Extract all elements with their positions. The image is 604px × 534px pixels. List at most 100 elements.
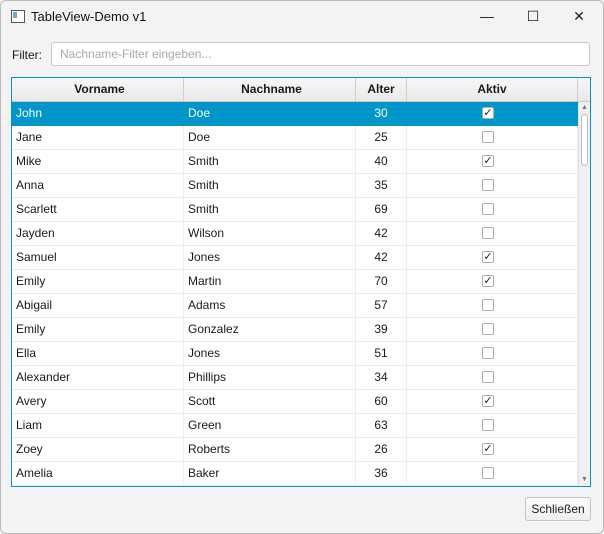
cell-alter: 70 <box>356 270 407 293</box>
close-window-button[interactable]: ✕ <box>556 1 602 31</box>
cell-nachname: Jones <box>184 342 356 365</box>
cell-aktiv: ✓ <box>407 270 578 293</box>
table-row[interactable]: Alexander Phillips 34 <box>12 366 578 390</box>
cell-alter: 60 <box>356 390 407 413</box>
table-row[interactable]: Amelia Baker 36 <box>12 462 578 486</box>
cell-alter: 51 <box>356 342 407 365</box>
app-window: TableView-Demo v1 — ☐ ✕ Filter: Vorname … <box>0 0 604 534</box>
cell-aktiv <box>407 342 578 365</box>
cell-nachname: Green <box>184 414 356 437</box>
cell-vorname: Amelia <box>12 462 184 485</box>
person-table[interactable]: Vorname Nachname Alter Aktiv John Doe 30 ✓ J… <box>11 77 591 487</box>
cell-nachname: Scott <box>184 390 356 413</box>
checkbox-unchecked-icon[interactable] <box>482 323 494 335</box>
vertical-scrollbar[interactable]: ▲ ▼ <box>578 102 590 486</box>
table-row[interactable]: Abigail Adams 57 <box>12 294 578 318</box>
checkbox-unchecked-icon[interactable] <box>482 371 494 383</box>
scroll-down-icon[interactable]: ▼ <box>579 474 590 486</box>
filter-input[interactable] <box>51 42 590 66</box>
checkbox-unchecked-icon[interactable] <box>482 467 494 479</box>
table-row[interactable]: John Doe 30 ✓ <box>12 102 578 126</box>
column-header-alter[interactable]: Alter <box>356 78 407 101</box>
table-row[interactable]: Ella Jones 51 <box>12 342 578 366</box>
checkbox-unchecked-icon[interactable] <box>482 227 494 239</box>
window-title: TableView-Demo v1 <box>31 9 147 24</box>
checkbox-checked-icon[interactable]: ✓ <box>482 443 494 455</box>
minimize-button[interactable]: — <box>464 1 510 31</box>
cell-alter: 30 <box>356 102 407 125</box>
cell-aktiv: ✓ <box>407 438 578 461</box>
cell-vorname: Jane <box>12 126 184 149</box>
cell-alter: 69 <box>356 198 407 221</box>
cell-aktiv <box>407 462 578 485</box>
cell-vorname: Avery <box>12 390 184 413</box>
cell-alter: 35 <box>356 174 407 197</box>
table-row[interactable]: Mike Smith 40 ✓ <box>12 150 578 174</box>
cell-vorname: John <box>12 102 184 125</box>
cell-aktiv: ✓ <box>407 102 578 125</box>
checkbox-checked-icon[interactable]: ✓ <box>482 395 494 407</box>
cell-alter: 36 <box>356 462 407 485</box>
table-row[interactable]: Avery Scott 60 ✓ <box>12 390 578 414</box>
cell-vorname: Emily <box>12 318 184 341</box>
cell-aktiv <box>407 198 578 221</box>
table-row[interactable]: Emily Martin 70 ✓ <box>12 270 578 294</box>
maximize-button[interactable]: ☐ <box>510 1 556 31</box>
title-bar[interactable]: TableView-Demo v1 — ☐ ✕ <box>1 1 603 31</box>
cell-nachname: Smith <box>184 174 356 197</box>
cell-nachname: Phillips <box>184 366 356 389</box>
cell-aktiv: ✓ <box>407 150 578 173</box>
cell-alter: 25 <box>356 126 407 149</box>
cell-nachname: Doe <box>184 126 356 149</box>
cell-alter: 34 <box>356 366 407 389</box>
checkbox-unchecked-icon[interactable] <box>482 347 494 359</box>
app-window-icon <box>11 10 25 23</box>
cell-vorname: Scarlett <box>12 198 184 221</box>
checkbox-unchecked-icon[interactable] <box>482 203 494 215</box>
checkbox-unchecked-icon[interactable] <box>482 179 494 191</box>
table-row[interactable]: Zoey Roberts 26 ✓ <box>12 438 578 462</box>
checkbox-unchecked-icon[interactable] <box>482 299 494 311</box>
column-header-aktiv[interactable]: Aktiv <box>407 78 578 101</box>
cell-alter: 26 <box>356 438 407 461</box>
cell-aktiv <box>407 294 578 317</box>
scrollbar-thumb[interactable] <box>581 114 588 166</box>
header-corner <box>578 78 590 102</box>
checkbox-checked-icon[interactable]: ✓ <box>482 275 494 287</box>
cell-nachname: Jones <box>184 246 356 269</box>
cell-nachname: Martin <box>184 270 356 293</box>
cell-aktiv: ✓ <box>407 246 578 269</box>
table-row[interactable]: Liam Green 63 <box>12 414 578 438</box>
cell-nachname: Roberts <box>184 438 356 461</box>
close-button[interactable]: Schließen <box>525 497 591 521</box>
checkbox-checked-icon[interactable]: ✓ <box>482 251 494 263</box>
cell-vorname: Ella <box>12 342 184 365</box>
cell-alter: 63 <box>356 414 407 437</box>
scroll-up-icon[interactable]: ▲ <box>579 102 590 114</box>
cell-alter: 40 <box>356 150 407 173</box>
table-row[interactable]: Scarlett Smith 69 <box>12 198 578 222</box>
column-header-nachname[interactable]: Nachname <box>184 78 356 101</box>
table-body: John Doe 30 ✓ Jane Doe 25 Mike Smith 40 ✓ Anna Smith… <box>12 102 578 486</box>
table-row[interactable]: Jane Doe 25 <box>12 126 578 150</box>
table-row[interactable]: Emily Gonzalez 39 <box>12 318 578 342</box>
cell-vorname: Jayden <box>12 222 184 245</box>
cell-nachname: Wilson <box>184 222 356 245</box>
column-header-vorname[interactable]: Vorname <box>12 78 184 101</box>
checkbox-checked-icon[interactable]: ✓ <box>482 155 494 167</box>
cell-aktiv <box>407 414 578 437</box>
cell-vorname: Abigail <box>12 294 184 317</box>
table-header: Vorname Nachname Alter Aktiv <box>12 78 578 102</box>
cell-vorname: Zoey <box>12 438 184 461</box>
cell-vorname: Alexander <box>12 366 184 389</box>
table-row[interactable]: Samuel Jones 42 ✓ <box>12 246 578 270</box>
cell-nachname: Baker <box>184 462 356 485</box>
cell-vorname: Anna <box>12 174 184 197</box>
cell-aktiv <box>407 222 578 245</box>
cell-nachname: Gonzalez <box>184 318 356 341</box>
table-row[interactable]: Anna Smith 35 <box>12 174 578 198</box>
checkbox-checked-icon[interactable]: ✓ <box>482 107 494 119</box>
table-row[interactable]: Jayden Wilson 42 <box>12 222 578 246</box>
checkbox-unchecked-icon[interactable] <box>482 419 494 431</box>
checkbox-unchecked-icon[interactable] <box>482 131 494 143</box>
